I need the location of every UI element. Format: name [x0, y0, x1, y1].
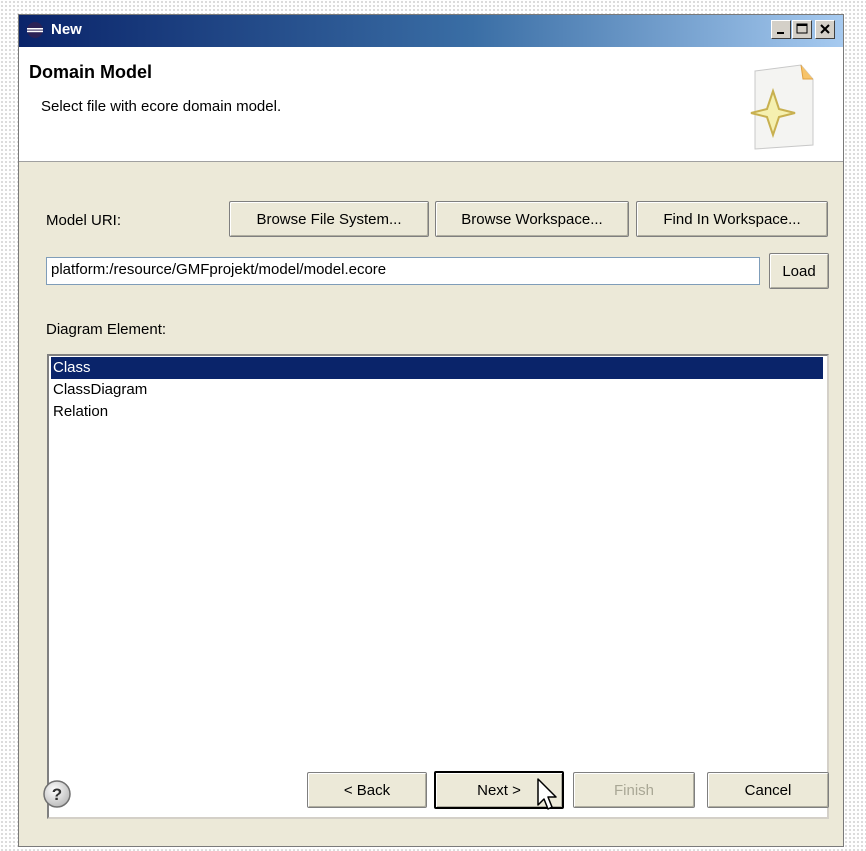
window-title: New	[51, 21, 82, 38]
title-bar[interactable]: New	[19, 15, 843, 47]
page-title: Domain Model	[29, 62, 153, 82]
close-button[interactable]	[815, 20, 835, 39]
browse-file-system-button[interactable]: Browse File System...	[229, 201, 429, 237]
back-button[interactable]: < Back	[307, 772, 427, 808]
svg-text:?: ?	[52, 785, 62, 804]
diagram-element-list[interactable]: Class ClassDiagram Relation	[47, 354, 829, 819]
model-uri-input[interactable]: platform:/resource/GMFprojekt/model/mode…	[46, 257, 760, 285]
help-icon[interactable]: ?	[42, 779, 72, 809]
maximize-icon	[796, 23, 808, 34]
list-item-relation[interactable]: Relation	[51, 401, 823, 423]
minimize-icon	[777, 32, 784, 34]
wizard-banner-icon	[750, 64, 814, 150]
diagram-element-label: Diagram Element:	[46, 321, 167, 338]
load-button[interactable]: Load	[769, 253, 829, 289]
find-in-workspace-button[interactable]: Find In Workspace...	[636, 201, 828, 237]
mouse-cursor-icon	[537, 778, 557, 810]
cancel-button[interactable]: Cancel	[707, 772, 829, 808]
new-wizard-dialog: New Domain Model Select file with ecore …	[18, 14, 844, 847]
finish-button[interactable]: Finish	[573, 772, 695, 808]
list-item-class[interactable]: Class	[50, 356, 824, 380]
model-uri-label: Model URI:	[46, 212, 122, 229]
maximize-button[interactable]	[792, 20, 812, 39]
page-description: Select file with ecore domain model.	[41, 98, 282, 115]
minimize-button[interactable]	[771, 20, 791, 39]
wizard-header: Domain Model Select file with ecore doma…	[19, 47, 843, 162]
close-icon	[820, 24, 830, 34]
list-item-classdiagram[interactable]: ClassDiagram	[51, 379, 823, 401]
eclipse-icon	[27, 22, 43, 38]
browse-workspace-button[interactable]: Browse Workspace...	[435, 201, 629, 237]
wizard-body: Model URI: Browse File System... Browse …	[19, 162, 843, 846]
